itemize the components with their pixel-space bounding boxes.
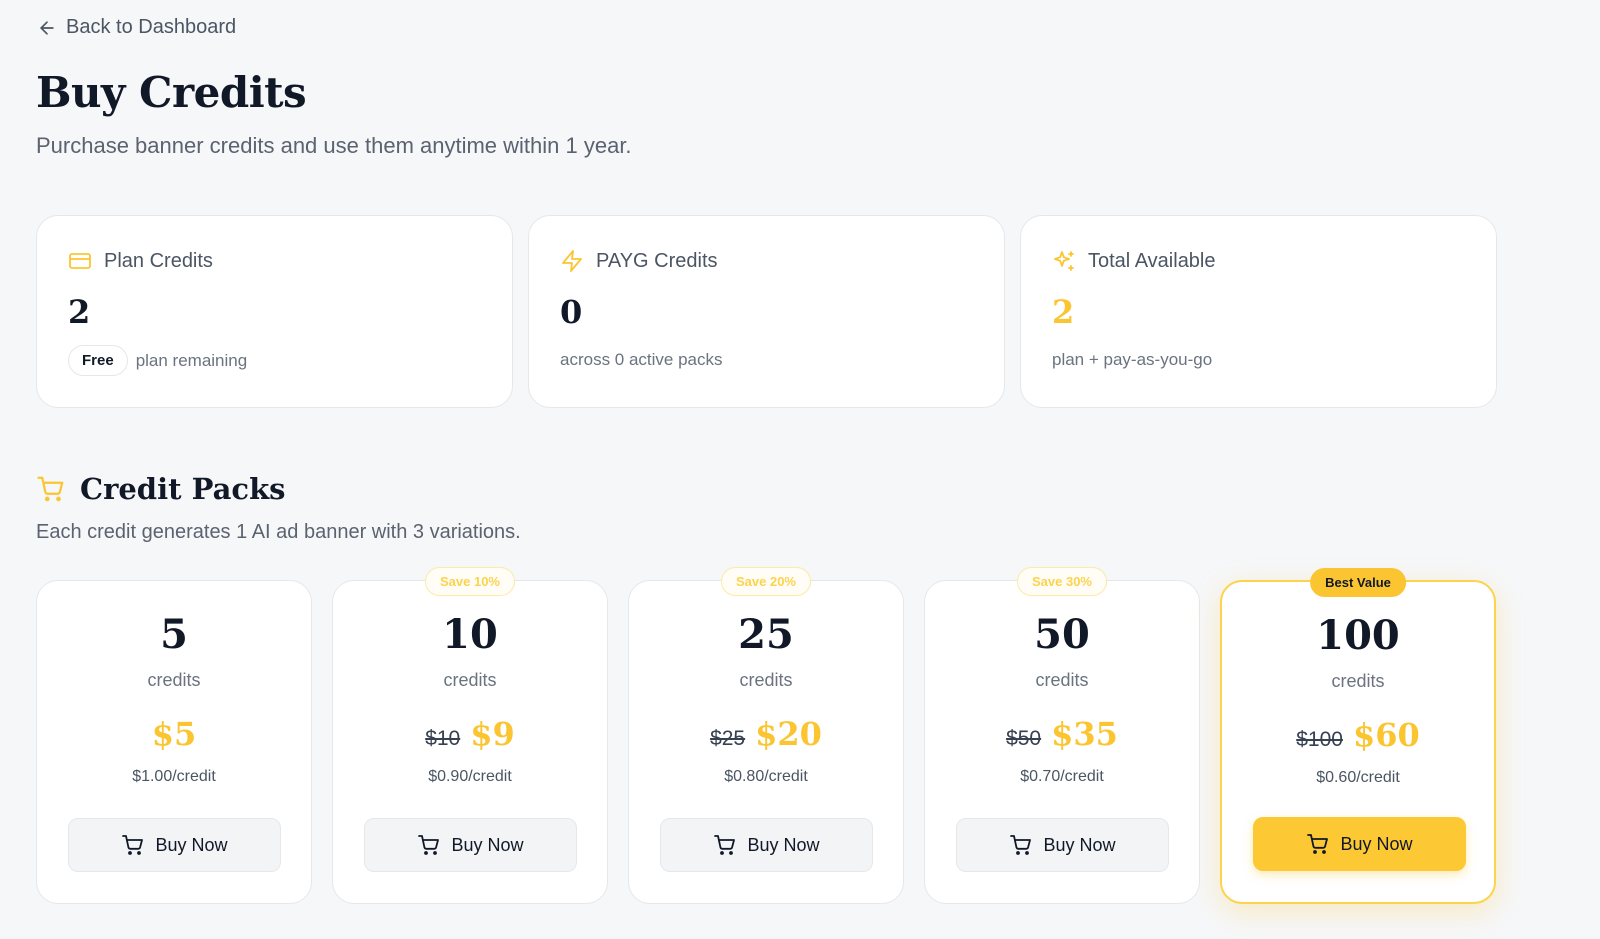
pack-old-price: $10 [425, 727, 461, 750]
payg-credits-value: 0 [560, 293, 583, 331]
payg-credits-note: across 0 active packs [560, 350, 723, 369]
total-available-card: Total Available 2 plan + pay-as-you-go [1020, 215, 1497, 408]
credit-packs-title: Credit Packs [80, 472, 286, 506]
back-to-dashboard-link[interactable]: Back to Dashboard [37, 16, 236, 39]
pack-unit: credits [739, 670, 793, 690]
pack-card-100: Best Value 100 credits $100 $60 $0.60/cr… [1220, 568, 1496, 904]
buy-now-label: Buy Now [747, 834, 820, 855]
best-value-badge: Best Value [1310, 568, 1406, 597]
plan-credits-value: 2 [68, 293, 91, 331]
pack-amount: 10 [442, 611, 498, 658]
credit-card-icon [69, 253, 91, 269]
buy-now-label: Buy Now [451, 834, 524, 855]
buy-now-label: Buy Now [1043, 834, 1116, 855]
cart-icon [714, 835, 736, 855]
buy-now-button-5[interactable]: Buy Now [68, 818, 281, 872]
pack-per-credit: $1.00/credit [132, 768, 216, 785]
cart-icon [37, 476, 64, 502]
plan-badge: Free [68, 345, 128, 376]
save-badge: Save 10% [425, 567, 515, 596]
plan-credits-label: Plan Credits [104, 249, 213, 272]
pack-price: $5 [151, 715, 197, 753]
pack-amount: 25 [738, 611, 794, 658]
buy-now-button-25[interactable]: Buy Now [660, 818, 873, 872]
pack-per-credit: $0.80/credit [724, 768, 808, 785]
pack-card-25: Save 20% 25 credits $25 $20 $0.80/credit… [628, 567, 904, 904]
pack-amount: 100 [1316, 612, 1400, 659]
pack-price: $60 [1352, 716, 1420, 754]
pack-price: $20 [755, 715, 822, 753]
sparkles-icon [1054, 251, 1074, 271]
pack-price: $35 [1051, 715, 1118, 753]
total-available-value: 2 [1052, 293, 1075, 331]
page-subtitle: Purchase banner credits and use them any… [36, 133, 632, 158]
total-available-note: plan + pay-as-you-go [1052, 350, 1213, 369]
credit-packs-subtitle: Each credit generates 1 AI ad banner wit… [36, 521, 521, 543]
cart-icon [1307, 834, 1329, 854]
pack-price: $9 [470, 715, 515, 753]
credit-packs-heading: Credit Packs [36, 472, 286, 506]
pack-old-price: $50 [1006, 727, 1042, 750]
payg-credits-label: PAYG Credits [596, 249, 718, 272]
save-badge: Save 30% [1017, 567, 1107, 596]
payg-credits-card: PAYG Credits 0 across 0 active packs [528, 215, 1005, 408]
pack-per-credit: $0.90/credit [428, 768, 512, 785]
pack-old-price: $25 [710, 727, 746, 750]
total-available-label: Total Available [1088, 249, 1216, 272]
page-title: Buy Credits [36, 68, 307, 117]
plan-credits-card: Plan Credits 2 Free plan remaining [36, 215, 513, 408]
lightning-icon [562, 250, 582, 272]
pack-card-5: 5 credits $5 $1.00/credit Buy Now [36, 580, 312, 904]
pack-card-10: Save 10% 10 credits $10 $9 $0.90/credit … [332, 567, 608, 904]
pack-per-credit: $0.70/credit [1020, 768, 1104, 785]
buy-now-label: Buy Now [155, 834, 228, 855]
pack-card-50: Save 30% 50 credits $50 $35 $0.70/credit… [924, 567, 1200, 904]
save-badge: Save 20% [721, 567, 811, 596]
cart-icon [122, 835, 144, 855]
pack-amount: 50 [1034, 611, 1090, 658]
buy-now-button-100[interactable]: Buy Now [1253, 817, 1466, 871]
pack-unit: credits [147, 670, 201, 690]
pack-unit: credits [443, 670, 497, 690]
pack-old-price: $100 [1296, 728, 1343, 751]
buy-now-button-10[interactable]: Buy Now [364, 818, 577, 872]
buy-now-button-50[interactable]: Buy Now [956, 818, 1169, 872]
cart-icon [418, 835, 440, 855]
buy-now-label: Buy Now [1340, 833, 1413, 854]
cart-icon [1010, 835, 1032, 855]
plan-credits-note: plan remaining [135, 350, 248, 370]
pack-amount: 5 [160, 611, 188, 658]
pack-unit: credits [1331, 671, 1385, 691]
pack-unit: credits [1035, 670, 1089, 690]
back-link-label: Back to Dashboard [66, 16, 237, 38]
arrow-left-icon [40, 20, 54, 35]
pack-per-credit: $0.60/credit [1316, 769, 1400, 786]
